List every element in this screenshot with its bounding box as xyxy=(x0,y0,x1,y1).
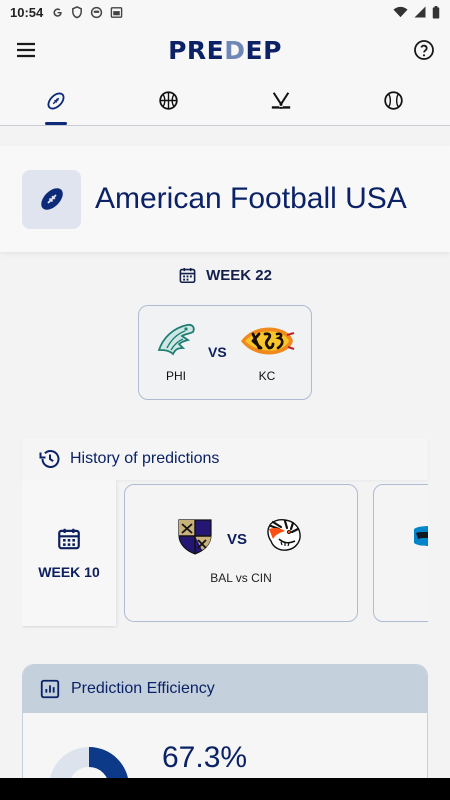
tab-baseball[interactable] xyxy=(338,76,450,125)
efficiency-title: Prediction Efficiency xyxy=(71,680,215,697)
help-icon[interactable] xyxy=(412,38,436,62)
history-title: History of predictions xyxy=(70,450,220,467)
bal-logo-icon xyxy=(178,519,212,555)
american-football-icon xyxy=(47,92,65,109)
efficiency-value: 67.3% xyxy=(162,741,248,774)
history-section: History of predictions WEEK 10 VS BAL vs… xyxy=(22,438,428,628)
hockey-icon xyxy=(272,91,291,109)
history-week-tile[interactable]: WEEK 10 xyxy=(22,480,116,626)
tab-hockey[interactable] xyxy=(225,76,338,125)
shield-icon xyxy=(72,5,83,18)
history-vs-label: VS xyxy=(227,531,248,548)
menu-icon[interactable] xyxy=(14,38,38,62)
week-label: WEEK 22 xyxy=(206,267,272,284)
baseball-icon xyxy=(384,91,403,110)
app-header: PREDEP xyxy=(0,24,450,76)
team-logo-icon xyxy=(414,525,428,547)
history-icon xyxy=(39,450,60,468)
face-icon xyxy=(91,6,103,18)
match-card[interactable]: PHI VS KC xyxy=(138,305,312,400)
sport-tabs xyxy=(0,76,450,126)
app-logo: PREDEP xyxy=(168,36,282,65)
sport-icon-box xyxy=(22,169,81,229)
calendar-icon xyxy=(110,6,123,18)
tab-american-football[interactable] xyxy=(0,76,113,125)
efficiency-header: Prediction Efficiency xyxy=(23,665,427,713)
wifi-icon xyxy=(393,6,408,18)
basketball-icon xyxy=(159,91,178,110)
sport-title: American Football USA xyxy=(95,182,407,215)
home-team-label: PHI xyxy=(165,369,186,383)
logo-text-ep: EP xyxy=(245,35,282,65)
vs-label: VS xyxy=(208,344,227,360)
history-match-label: BAL vs CIN xyxy=(210,571,272,585)
kc-logo-icon xyxy=(241,327,295,355)
status-bar: 10:54 xyxy=(0,0,450,24)
away-team-label: KC xyxy=(258,369,276,383)
calendar-icon xyxy=(58,528,80,550)
logo-text-d: D xyxy=(224,35,246,65)
history-match-card-partial[interactable] xyxy=(373,484,428,622)
cin-logo-icon xyxy=(267,519,301,551)
week-heading: WEEK 22 xyxy=(0,266,450,285)
calendar-icon xyxy=(179,267,196,284)
tab-basketball[interactable] xyxy=(113,76,226,125)
bar-chart-icon xyxy=(40,679,60,699)
american-football-icon xyxy=(40,188,63,210)
history-carousel[interactable]: WEEK 10 VS BAL vs CIN xyxy=(22,480,428,628)
logo-text-pre: PRE xyxy=(168,35,225,65)
system-navigation-bar xyxy=(0,778,450,800)
history-header: History of predictions xyxy=(22,438,428,480)
google-icon xyxy=(53,7,62,17)
history-week-label: WEEK 10 xyxy=(38,564,100,580)
signal-icon xyxy=(414,6,426,18)
phi-logo-icon xyxy=(157,323,195,356)
status-time: 10:54 xyxy=(10,4,44,20)
battery-icon xyxy=(432,5,440,19)
history-match-card[interactable]: VS BAL vs CIN xyxy=(124,484,358,622)
sport-card: American Football USA xyxy=(0,146,450,252)
